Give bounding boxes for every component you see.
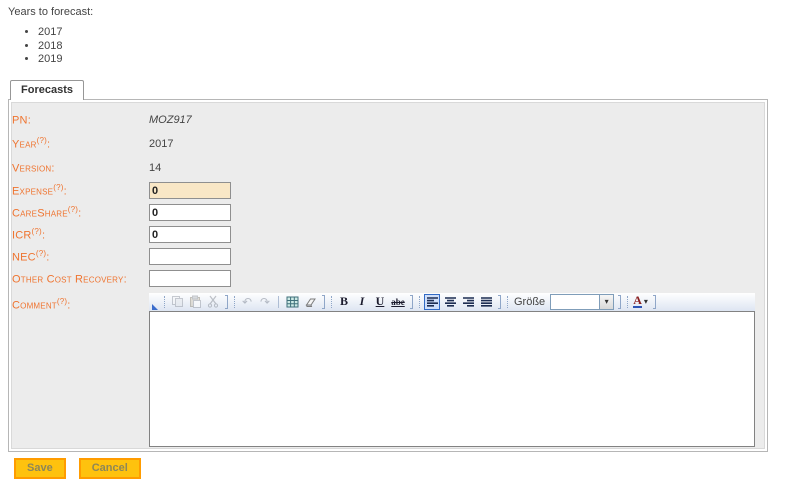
nec-input[interactable] xyxy=(149,248,231,265)
other-cost-recovery-input[interactable] xyxy=(149,270,231,287)
expense-input[interactable] xyxy=(149,182,231,199)
other-cost-recovery-label: Other Cost Recovery: xyxy=(12,271,149,286)
cancel-button[interactable]: Cancel xyxy=(79,458,141,479)
toolbar-group-end xyxy=(225,295,228,309)
forecasts-panel: PN: MOZ917 Year(?): 2017 Version: 14 Exp… xyxy=(8,99,768,452)
collapse-toolbar-icon[interactable] xyxy=(152,304,158,310)
justify-button[interactable] xyxy=(478,294,494,310)
size-label: Größe xyxy=(514,296,545,308)
careshare-input[interactable] xyxy=(149,204,231,221)
font-color-button[interactable]: A ▾ xyxy=(632,294,649,310)
redo-icon[interactable]: ↷ xyxy=(257,294,273,310)
italic-button[interactable]: I xyxy=(354,294,370,310)
size-select[interactable]: ▾ xyxy=(550,294,614,310)
field-row-expense: Expense(?): xyxy=(12,180,764,202)
field-row-year: Year(?): 2017 xyxy=(12,132,764,156)
nec-label: NEC(?): xyxy=(12,249,149,264)
field-row-version: Version: 14 xyxy=(12,156,764,180)
version-value: 14 xyxy=(149,162,764,174)
button-row: Save Cancel xyxy=(14,458,800,479)
year-item: 2017 xyxy=(38,26,800,40)
icr-label: ICR(?): xyxy=(12,227,149,242)
icr-input[interactable] xyxy=(149,226,231,243)
field-row-nec: NEC(?): xyxy=(12,246,764,268)
toolbar-group-end xyxy=(618,295,621,309)
toolbar-group-end xyxy=(410,295,413,309)
underline-button[interactable]: U xyxy=(372,294,388,310)
copy-icon[interactable] xyxy=(169,294,185,310)
strikethrough-button[interactable]: abe xyxy=(390,294,406,310)
years-list: 2017 2018 2019 xyxy=(0,26,800,67)
bold-button[interactable]: B xyxy=(336,294,352,310)
paste-icon[interactable] xyxy=(187,294,203,310)
field-row-other-cost-recovery: Other Cost Recovery: xyxy=(12,268,764,290)
field-row-icr: ICR(?): xyxy=(12,224,764,246)
comment-help-icon[interactable]: (?) xyxy=(57,297,67,306)
align-center-button[interactable] xyxy=(442,294,458,310)
careshare-help-icon[interactable]: (?) xyxy=(68,205,78,214)
tab-strip: Forecasts xyxy=(10,79,800,99)
toolbar-grip xyxy=(627,296,628,308)
insert-table-icon[interactable] xyxy=(284,294,300,310)
icr-help-icon[interactable]: (?) xyxy=(32,227,42,236)
toolbar-grip xyxy=(234,296,235,308)
year-label: Year(?): xyxy=(12,136,149,151)
toolbar-group-end xyxy=(498,295,501,309)
font-color-icon: A xyxy=(633,295,642,308)
nec-help-icon[interactable]: (?) xyxy=(36,249,46,258)
year-value: 2017 xyxy=(149,138,764,150)
cut-icon[interactable] xyxy=(205,294,221,310)
pn-value: MOZ917 xyxy=(149,114,764,126)
comment-editor: ↶ ↷ B I U abe xyxy=(149,293,755,447)
comment-label: Comment(?): xyxy=(12,293,149,312)
page-title: Years to forecast: xyxy=(8,6,800,18)
toolbar-group-end xyxy=(653,295,656,309)
undo-icon[interactable]: ↶ xyxy=(239,294,255,310)
toolbar-separator xyxy=(278,296,279,308)
toolbar-grip xyxy=(164,296,165,308)
editor-toolbar: ↶ ↷ B I U abe xyxy=(149,293,755,311)
year-item: 2019 xyxy=(38,53,800,67)
field-row-careshare: CareShare(?): xyxy=(12,202,764,224)
year-help-icon[interactable]: (?) xyxy=(37,136,47,145)
expense-help-icon[interactable]: (?) xyxy=(53,183,63,192)
tab-forecasts[interactable]: Forecasts xyxy=(10,80,84,100)
year-item: 2018 xyxy=(38,40,800,54)
toolbar-group-end xyxy=(322,295,325,309)
pn-label: PN: xyxy=(12,112,149,127)
field-row-pn: PN: MOZ917 xyxy=(12,108,764,132)
forecasts-form: PN: MOZ917 Year(?): 2017 Version: 14 Exp… xyxy=(11,102,765,449)
toolbar-grip xyxy=(331,296,332,308)
align-left-button[interactable] xyxy=(424,294,440,310)
toolbar-grip xyxy=(419,296,420,308)
field-row-comment: Comment(?): ↶ xyxy=(12,293,764,447)
careshare-label: CareShare(?): xyxy=(12,205,149,220)
align-right-button[interactable] xyxy=(460,294,476,310)
eraser-icon[interactable] xyxy=(302,294,318,310)
save-button[interactable]: Save xyxy=(14,458,66,479)
chevron-down-icon: ▾ xyxy=(644,297,648,306)
expense-label: Expense(?): xyxy=(12,183,149,198)
chevron-down-icon[interactable]: ▾ xyxy=(599,295,613,309)
version-label: Version: xyxy=(12,160,149,175)
size-value xyxy=(551,295,599,309)
comment-editor-content[interactable] xyxy=(149,311,755,447)
toolbar-grip xyxy=(507,296,508,308)
